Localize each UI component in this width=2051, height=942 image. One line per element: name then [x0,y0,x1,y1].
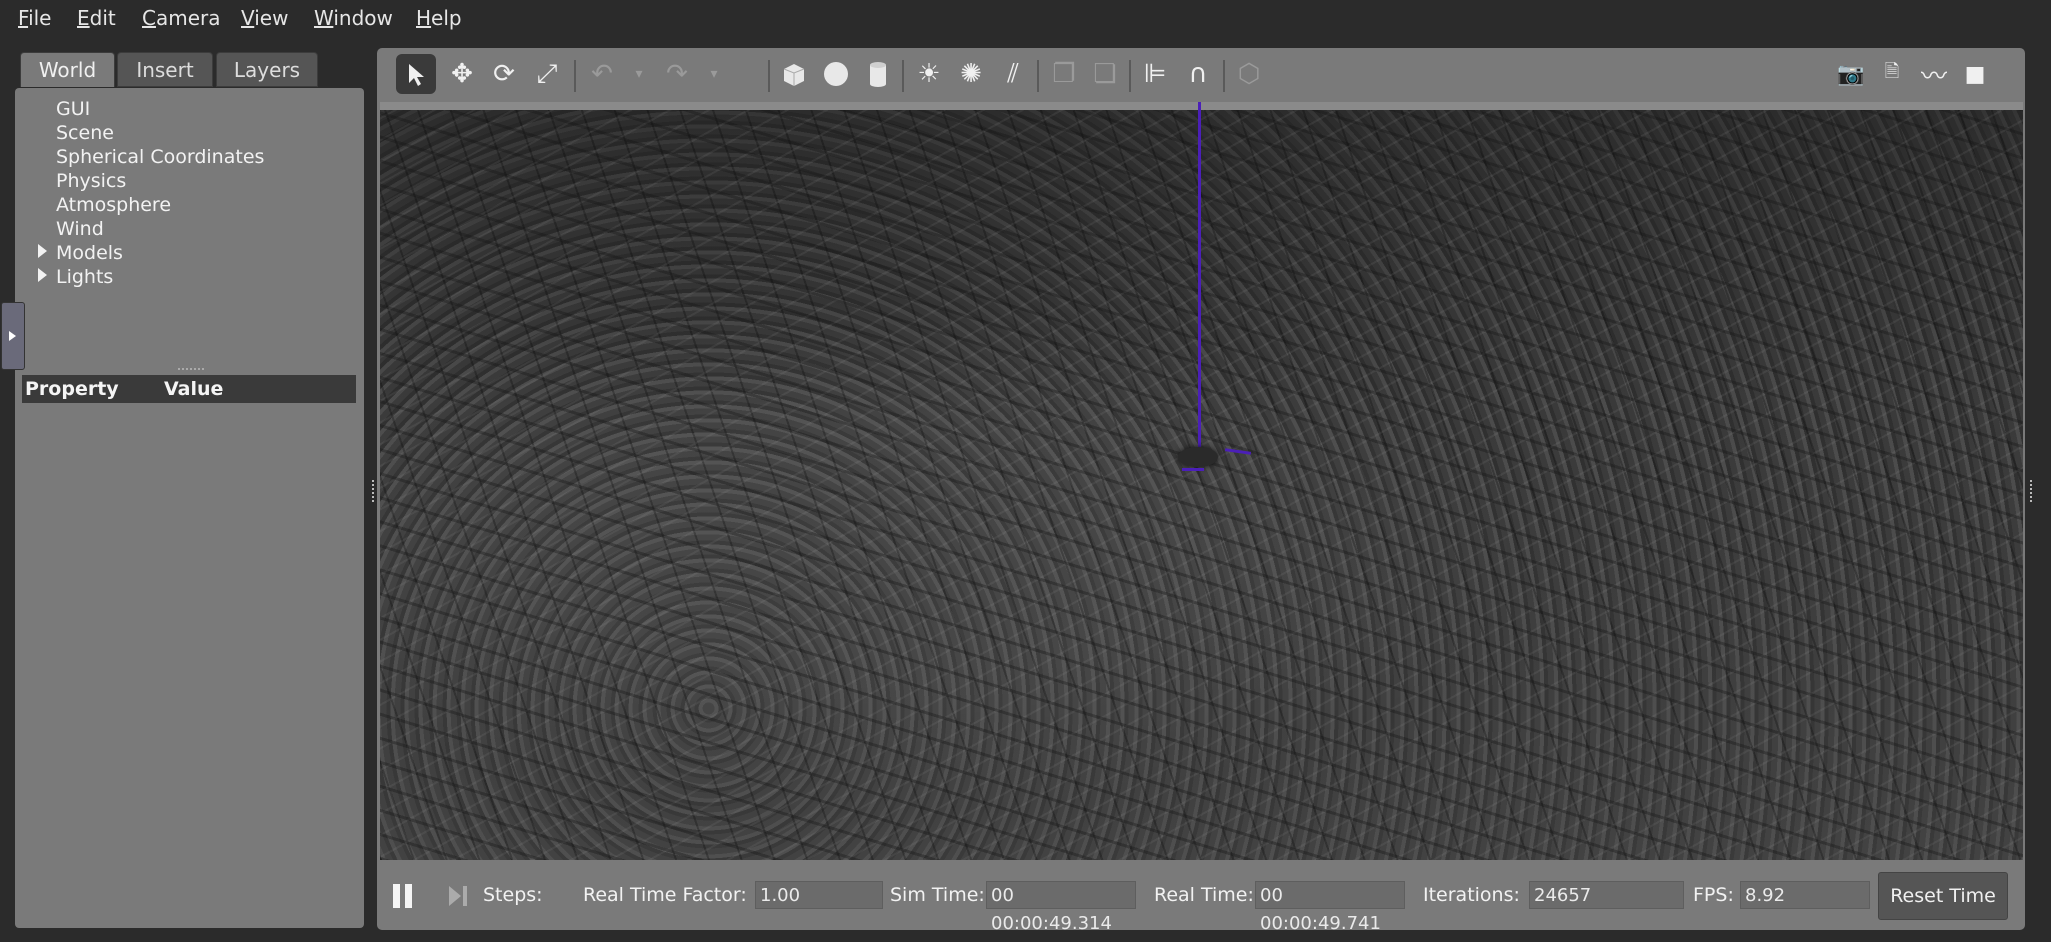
pause-icon[interactable] [392,884,414,908]
fps-value: 8.92 [1740,881,1870,909]
rotate-icon[interactable]: ⟳ [487,57,521,91]
expand-arrow-icon[interactable] [38,268,47,282]
sphere-shape-icon[interactable] [819,57,853,91]
property-column-header: Property [25,378,119,400]
screenshot-icon[interactable]: 📷 [1834,57,1868,91]
tree-item-wind[interactable]: Wind [56,217,104,241]
cylinder-shape-icon[interactable] [861,57,895,91]
menu-file-label: File [18,6,52,30]
menu-bar: File Edit Camera View Window Help [0,0,2051,38]
box-shape-icon[interactable] [777,57,811,91]
iterations-value: 24657 [1529,881,1684,909]
undo-dropdown-icon[interactable]: ▾ [622,57,656,91]
toolbar: ✥ ⟳ ⤢ ↶ ▾ ↷ ▾ ☀ ✺ ⫽ ❐ ❏ ⊫ ∩ ⬡ 📷 🗎 〰 ■ [377,50,2025,102]
copy-icon[interactable]: ❐ [1047,57,1081,91]
menu-camera-label: Camera [142,6,221,30]
menu-edit[interactable]: Edit [77,6,116,30]
z-axis-line [1198,102,1201,454]
right-splitter-handle[interactable] [2030,480,2036,502]
log-icon[interactable]: 🗎 [1875,57,1909,91]
menu-view-label: View [241,6,289,30]
redo-dropdown-icon[interactable]: ▾ [697,57,731,91]
tab-world[interactable]: World [20,52,115,87]
spot-light-icon[interactable]: ✺ [954,57,988,91]
tab-insert-label: Insert [136,58,194,82]
tree-item-models[interactable]: Models [56,241,123,265]
menu-camera[interactable]: Camera [142,6,221,30]
toolbar-separator [574,60,576,92]
view-angle-icon[interactable]: ⬡ [1232,57,1266,91]
sim-time-label: Sim Time: [890,884,985,906]
scale-icon[interactable]: ⤢ [530,57,564,91]
plot-icon[interactable]: 〰 [1917,57,1951,92]
sim-time-value: 00 00:00:49.314 [986,881,1136,934]
tree-item-scene[interactable]: Scene [56,121,114,145]
menu-edit-label: Edit [77,6,116,30]
translate-icon[interactable]: ✥ [445,57,479,91]
point-light-icon[interactable]: ☀ [912,57,946,91]
drone-model[interactable] [1178,447,1218,467]
tab-world-label: World [38,58,97,82]
axis-marker [1182,468,1204,471]
menu-window[interactable]: Window [314,6,393,30]
3d-viewport[interactable] [380,102,2023,860]
tree-item-lights[interactable]: Lights [56,265,113,289]
tree-item-atmosphere[interactable]: Atmosphere [56,193,171,217]
menu-help[interactable]: Help [416,6,462,30]
sim-status-bar: Steps: Real Time Factor: 1.00 Sim Time: … [377,862,2025,934]
record-video-icon[interactable]: ■ [1958,57,1992,91]
menu-file[interactable]: File [18,6,51,30]
expand-right-icon [9,331,16,341]
directional-light-icon[interactable]: ⫽ [996,57,1030,91]
ground-texture [380,102,2023,860]
property-table-header: Property Value [22,375,356,403]
rtf-label: Real Time Factor: [583,884,747,906]
tab-layers-label: Layers [233,58,301,82]
toolbar-separator [902,60,904,92]
panel-splitter[interactable] [178,368,204,372]
toolbar-separator [1129,60,1131,92]
menu-window-label: Window [314,6,393,30]
toolbar-separator [768,60,770,92]
real-time-label: Real Time: [1154,884,1254,906]
tab-layers[interactable]: Layers [216,52,318,87]
tree-item-spherical-coordinates[interactable]: Spherical Coordinates [56,145,264,169]
undo-icon[interactable]: ↶ [585,57,619,91]
viewport-horizon [380,102,2023,110]
snap-icon[interactable]: ∩ [1181,57,1215,91]
toolbar-separator [1223,60,1225,92]
redo-icon[interactable]: ↷ [660,57,694,91]
select-arrow-icon[interactable] [396,54,436,94]
paste-icon[interactable]: ❏ [1088,57,1122,91]
menu-help-label: Help [416,6,462,30]
tab-insert[interactable]: Insert [117,52,213,87]
toolbar-separator [1037,60,1039,92]
tree-item-gui[interactable]: GUI [56,97,90,121]
step-icon[interactable] [447,884,469,908]
value-column-header: Value [164,378,224,400]
align-icon[interactable]: ⊫ [1138,57,1172,91]
fps-label: FPS: [1693,884,1734,906]
reset-time-button[interactable]: Reset Time [1878,872,2008,920]
real-time-value: 00 00:00:49.741 [1255,881,1405,934]
tree-item-physics[interactable]: Physics [56,169,126,193]
iterations-label: Iterations: [1423,884,1520,906]
left-splitter-handle[interactable] [372,480,378,502]
rtf-value: 1.00 [755,881,883,909]
expand-arrow-icon[interactable] [38,244,47,258]
side-panel-toggle[interactable] [1,302,25,370]
steps-label: Steps: [483,884,543,906]
menu-view[interactable]: View [241,6,288,30]
